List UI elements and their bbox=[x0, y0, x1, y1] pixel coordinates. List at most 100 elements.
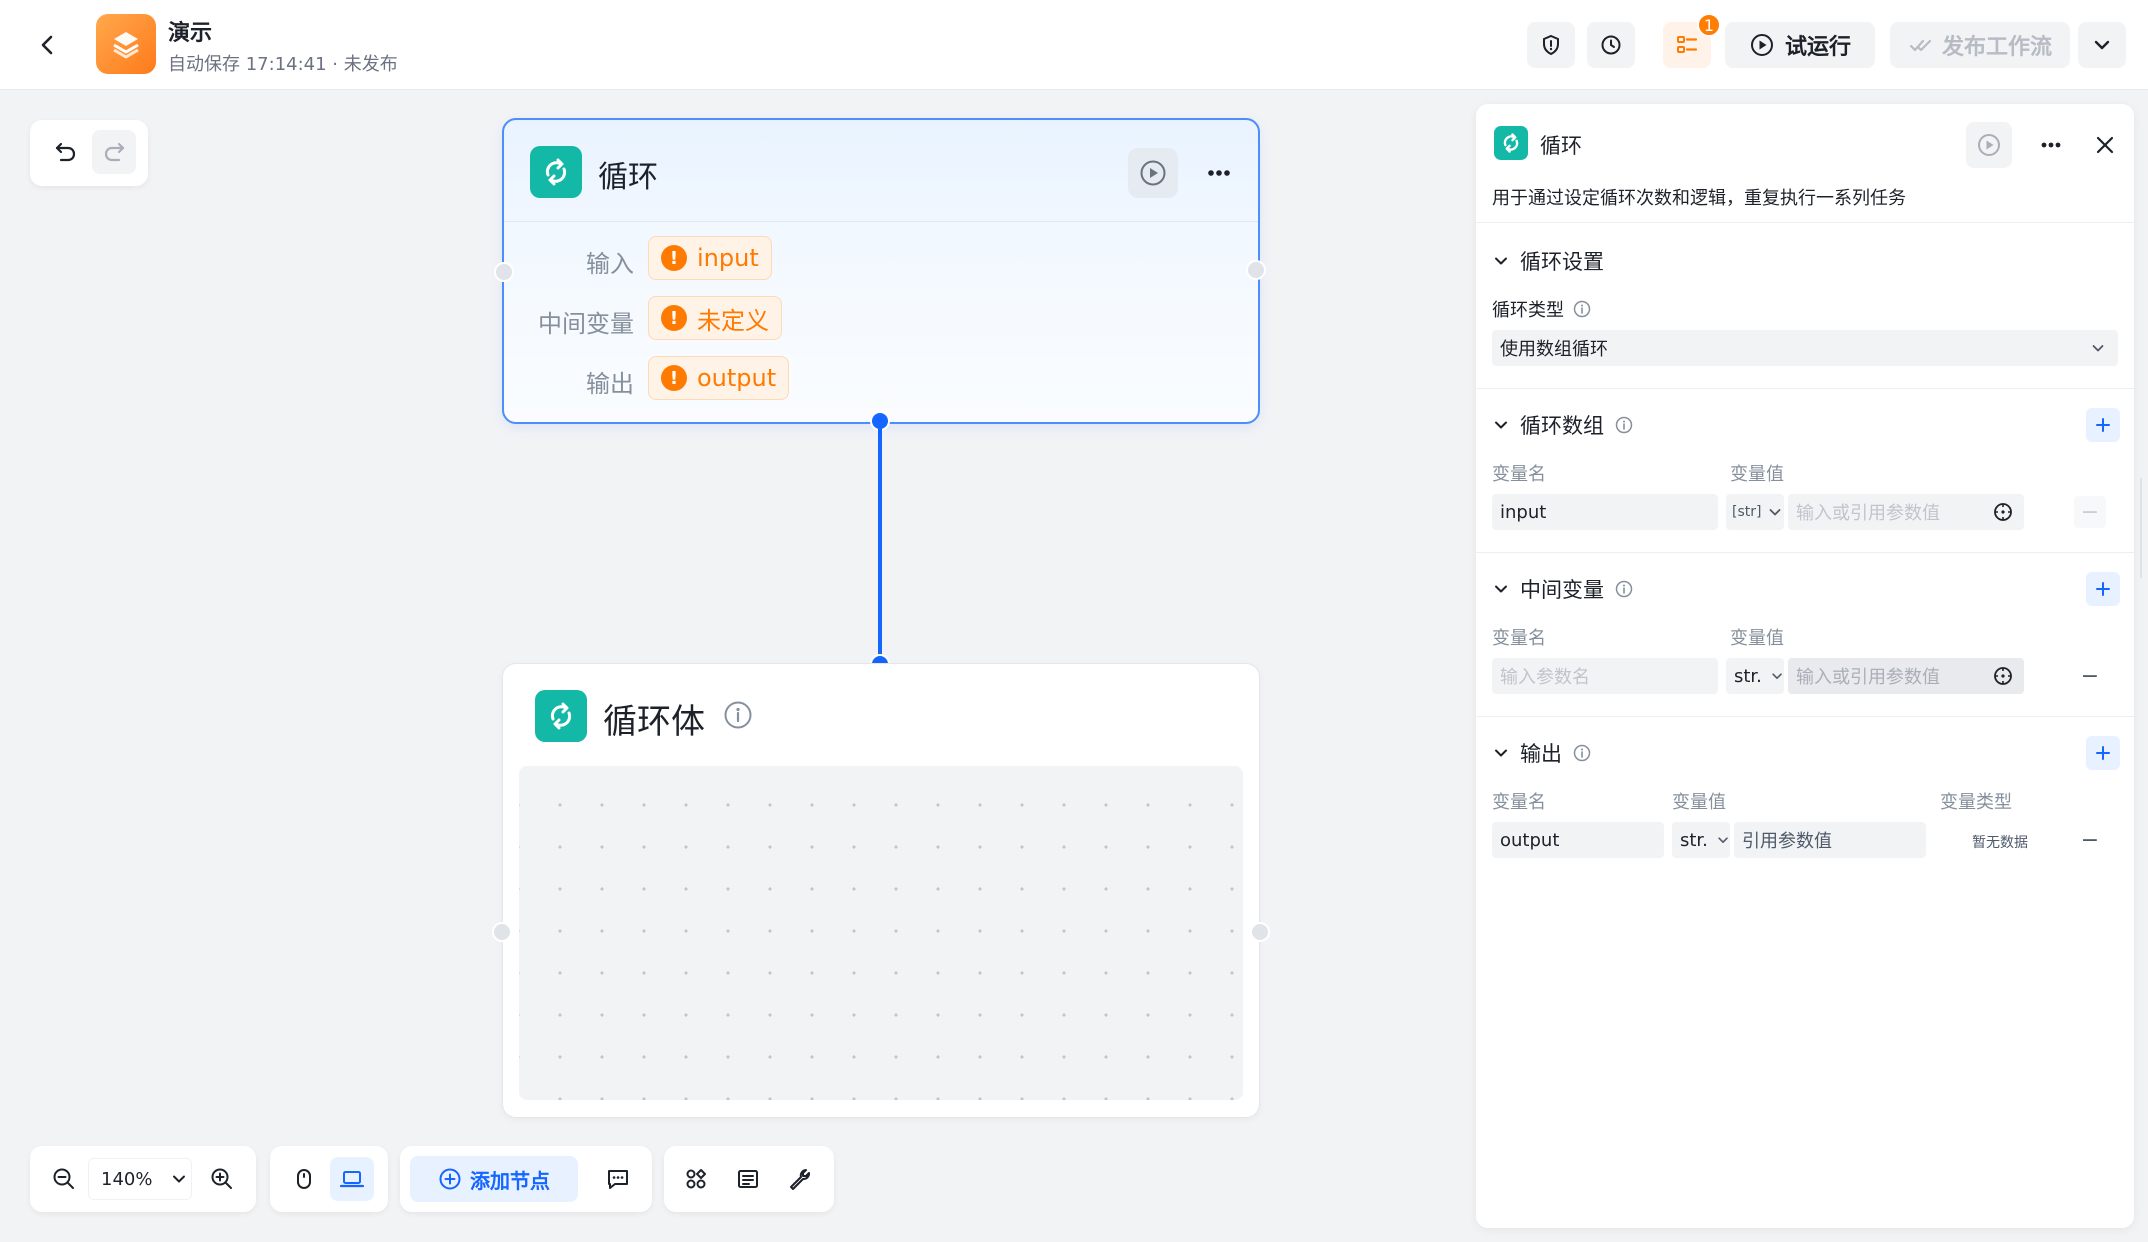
publish-workflow-button[interactable]: 发布工作流 bbox=[1890, 22, 2070, 68]
config-panel: 循环 用于通过设定循环次数和逻辑，重复执行一系列任务 循环设置 循环类型 使用数… bbox=[1476, 104, 2134, 1228]
add-output-button[interactable] bbox=[2086, 736, 2120, 770]
loop-icon bbox=[535, 690, 587, 742]
remove-middle-var-button[interactable]: − bbox=[2074, 660, 2106, 692]
output-type-select[interactable]: str. bbox=[1672, 822, 1730, 858]
info-icon[interactable] bbox=[1614, 415, 1634, 435]
array-type-select[interactable]: [str] bbox=[1726, 494, 1784, 530]
chevron-down-icon bbox=[1770, 509, 1781, 516]
loop-icon bbox=[1494, 126, 1528, 160]
info-icon[interactable] bbox=[1572, 743, 1592, 763]
redo-button[interactable] bbox=[92, 130, 136, 174]
output-header[interactable]: 输出 bbox=[1492, 738, 1592, 768]
components-button[interactable] bbox=[674, 1157, 718, 1201]
undo-icon bbox=[55, 142, 76, 162]
add-node-group: 添加节点 bbox=[400, 1146, 652, 1212]
loop-array-header[interactable]: 循环数组 bbox=[1492, 410, 1634, 440]
info-icon[interactable] bbox=[1614, 579, 1634, 599]
output-row-label: 输出 bbox=[586, 370, 634, 398]
loop-settings-header[interactable]: 循环设置 bbox=[1492, 246, 1604, 276]
array-var-name-input[interactable]: input bbox=[1492, 494, 1718, 530]
publish-label: 发布工作流 bbox=[1941, 35, 2052, 60]
loop-node[interactable]: 循环 输入 ! input 中间变量 ! 未定义 输出 ! output bbox=[502, 118, 1260, 424]
output-value-input[interactable]: 引用参数值 bbox=[1734, 822, 1926, 858]
more-icon bbox=[2041, 142, 2061, 148]
loop-type-value: 使用数组循环 bbox=[1500, 339, 1608, 360]
loop-type-select[interactable]: 使用数组循环 bbox=[1492, 330, 2118, 366]
add-node-label: 添加节点 bbox=[470, 1168, 550, 1193]
loop-body-node[interactable]: 循环体 bbox=[502, 663, 1260, 1118]
middle-type-select[interactable]: str. bbox=[1726, 658, 1784, 694]
body-right-port[interactable] bbox=[1250, 922, 1270, 942]
middle-var-name-placeholder: 输入参数名 bbox=[1500, 667, 1590, 688]
middle-vars-title: 中间变量 bbox=[1520, 578, 1604, 602]
input-tag[interactable]: ! input bbox=[648, 236, 772, 280]
zoom-out-button[interactable] bbox=[42, 1157, 86, 1201]
output-type-value: str. bbox=[1680, 829, 1708, 851]
loop-settings-title: 循环设置 bbox=[1520, 250, 1604, 274]
info-icon[interactable] bbox=[723, 700, 753, 730]
interaction-mode-group bbox=[270, 1146, 388, 1212]
plus-icon bbox=[2096, 746, 2110, 760]
add-array-item-button[interactable] bbox=[2086, 408, 2120, 442]
undo-button[interactable] bbox=[44, 130, 88, 174]
add-middle-var-button[interactable] bbox=[2086, 572, 2120, 606]
double-check-icon bbox=[1909, 39, 1932, 52]
zoom-in-button[interactable] bbox=[200, 1157, 244, 1201]
notification-badge: 1 bbox=[1697, 13, 1721, 37]
output-var-type: 暂无数据 bbox=[1972, 835, 2028, 851]
publish-dropdown-button[interactable] bbox=[2078, 22, 2126, 68]
panel-resize-handle[interactable] bbox=[2140, 478, 2142, 578]
middle-var-name-input[interactable]: 输入参数名 bbox=[1492, 658, 1718, 694]
node-run-button[interactable] bbox=[1128, 148, 1178, 198]
mouse-mode-button[interactable] bbox=[282, 1157, 326, 1201]
middle-var-tag[interactable]: ! 未定义 bbox=[648, 296, 782, 340]
zoom-in-icon bbox=[211, 1168, 232, 1189]
loop-type-label: 循环类型 bbox=[1492, 300, 1564, 321]
plus-icon bbox=[2096, 418, 2110, 432]
divider bbox=[1476, 552, 2134, 553]
panel-close-button[interactable] bbox=[2082, 122, 2128, 168]
output-col-value: 变量值 bbox=[1672, 792, 1726, 813]
middle-value-input[interactable]: 输入或引用参数值 bbox=[1788, 658, 2024, 694]
laptop-icon bbox=[339, 1171, 365, 1188]
close-icon bbox=[2096, 136, 2114, 154]
back-arrow-icon[interactable] bbox=[28, 25, 68, 65]
output-tag[interactable]: ! output bbox=[648, 356, 790, 400]
middle-vars-header[interactable]: 中间变量 bbox=[1492, 574, 1634, 604]
output-var-name-input[interactable]: output bbox=[1492, 822, 1664, 858]
array-col-value: 变量值 bbox=[1730, 464, 1784, 485]
remove-array-item-button[interactable]: − bbox=[2074, 496, 2106, 528]
zoom-select[interactable]: 140% bbox=[88, 1158, 192, 1200]
loop-node-title: 循环 bbox=[598, 160, 658, 195]
notes-button[interactable] bbox=[726, 1157, 770, 1201]
settings-button[interactable] bbox=[778, 1157, 822, 1201]
loop-output-port[interactable] bbox=[1246, 260, 1266, 280]
info-icon[interactable] bbox=[1572, 299, 1592, 319]
plus-icon bbox=[2096, 582, 2110, 596]
body-left-port[interactable] bbox=[492, 922, 512, 942]
shield-button[interactable] bbox=[1527, 22, 1575, 68]
array-col-name: 变量名 bbox=[1492, 464, 1546, 485]
reference-icon[interactable] bbox=[1992, 501, 2014, 523]
comment-button[interactable] bbox=[596, 1157, 640, 1201]
panel-run-button[interactable] bbox=[1966, 122, 2012, 168]
middle-col-value: 变量值 bbox=[1730, 628, 1784, 649]
chevron-down-icon bbox=[2094, 40, 2110, 50]
middle-value-placeholder: 输入或引用参数值 bbox=[1796, 667, 1940, 688]
node-more-button[interactable] bbox=[1194, 148, 1244, 198]
panel-more-button[interactable] bbox=[2028, 122, 2074, 168]
loop-input-port[interactable] bbox=[494, 262, 514, 282]
loop-icon bbox=[530, 146, 582, 198]
remove-output-button[interactable]: − bbox=[2074, 824, 2106, 856]
chevron-down-icon bbox=[173, 1175, 186, 1183]
zoom-controls: 140% bbox=[30, 1146, 256, 1212]
trackpad-mode-button[interactable] bbox=[330, 1157, 374, 1201]
chevron-down-icon bbox=[1772, 673, 1782, 679]
array-value-input[interactable]: 输入或引用参数值 bbox=[1788, 494, 2024, 530]
reference-icon[interactable] bbox=[1992, 665, 2014, 687]
try-run-button[interactable]: 试运行 bbox=[1725, 22, 1875, 68]
history-button[interactable] bbox=[1587, 22, 1635, 68]
app-title: 演示 bbox=[168, 21, 213, 46]
loop-body-canvas[interactable] bbox=[519, 766, 1243, 1100]
add-node-button[interactable]: 添加节点 bbox=[410, 1156, 578, 1202]
